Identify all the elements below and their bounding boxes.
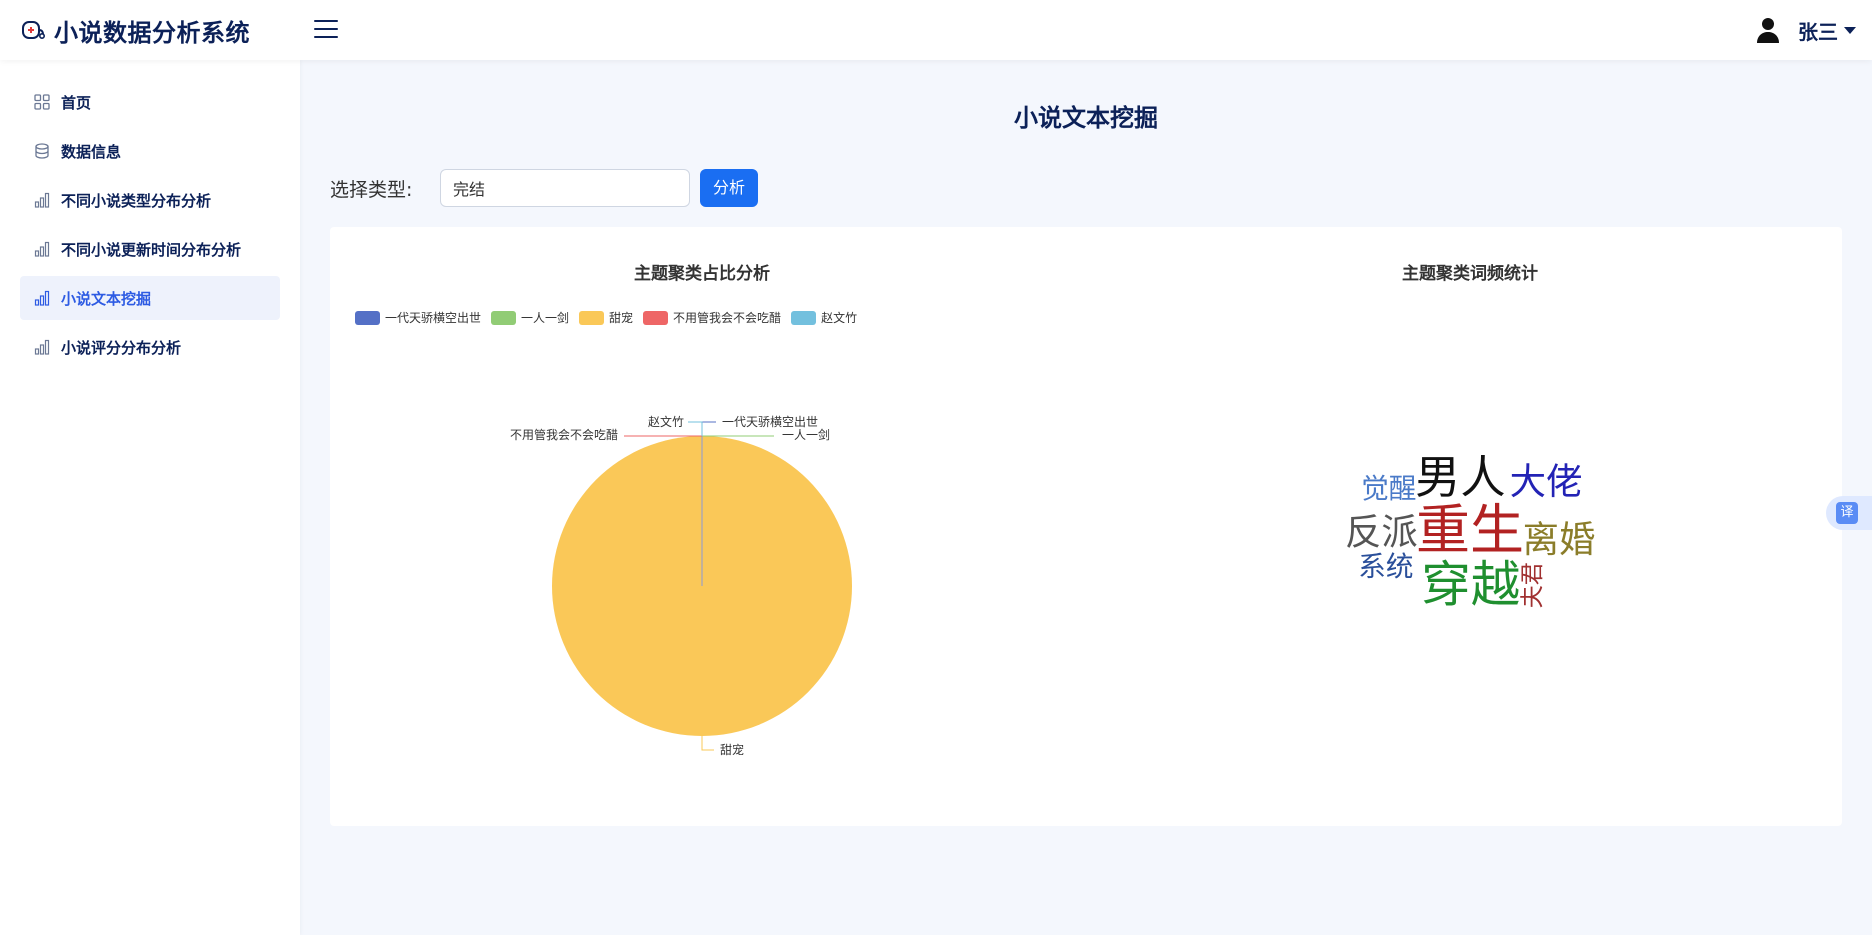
- wordcloud-title: 主题聚类词频统计: [1402, 264, 1538, 284]
- bar-chart-icon: [34, 241, 50, 257]
- grid-icon: [34, 94, 50, 110]
- word-cloud-word: 男人: [1415, 451, 1505, 504]
- sidebar-item-text-mining[interactable]: 小说文本挖掘: [20, 276, 280, 320]
- legend-item[interactable]: 不用管我会不会吃醋: [643, 309, 781, 326]
- word-cloud-word: 系统: [1358, 550, 1413, 583]
- pie-slice-label: 赵文竹: [648, 414, 684, 429]
- legend-item[interactable]: 赵文竹: [791, 309, 857, 326]
- user-name: 张三: [1798, 19, 1838, 44]
- pie-label-line: [701, 421, 716, 436]
- sidebar-item-label: 小说评分分布分析: [61, 338, 182, 357]
- word-cloud-word: 夫君: [1519, 562, 1546, 608]
- legend-item[interactable]: 甜宠: [579, 309, 633, 326]
- word-cloud-word: 大佬: [1510, 460, 1583, 503]
- pie-label-line: [701, 736, 714, 751]
- legend-swatch: [791, 310, 817, 325]
- sidebar: 首页 数据信息 不同小说类型分布分析 不同小说更新时间分布分析 小说文本挖掘 小…: [0, 60, 300, 935]
- word-cloud-word: 重生: [1416, 499, 1524, 562]
- pie-chart-title: 主题聚类占比分析: [634, 264, 770, 284]
- pie-slice-label: 一人一剑: [782, 427, 830, 442]
- sidebar-item-data-info[interactable]: 数据信息: [20, 129, 280, 173]
- pie-chart: 一代天骄横空出世一人一剑甜宠 不用管我会不会吃醋 赵文竹: [510, 414, 852, 757]
- sidebar-item-rating-distribution[interactable]: 小说评分分布分析: [20, 325, 280, 369]
- sidebar-item-label: 不同小说类型分布分析: [61, 191, 212, 210]
- type-filter-input[interactable]: [440, 169, 690, 207]
- legend-swatch: [579, 310, 605, 325]
- filter-label: 选择类型:: [330, 179, 413, 201]
- sidebar-item-label: 不同小说更新时间分布分析: [61, 240, 242, 259]
- translate-button[interactable]: 译: [1826, 496, 1872, 530]
- legend-label: 甜宠: [609, 311, 634, 325]
- word-cloud: 重生穿越 男人反派 离婚 大佬系统 觉醒夫君: [1345, 451, 1596, 614]
- word-cloud-word: 离婚: [1523, 518, 1596, 561]
- user-menu[interactable]: 张三: [1756, 16, 1856, 44]
- legend-label: 不用管我会不会吃醋: [673, 311, 782, 325]
- sidebar-item-type-distribution[interactable]: 不同小说类型分布分析: [20, 178, 280, 222]
- word-cloud-word: 穿越: [1421, 556, 1520, 614]
- legend-label: 赵文竹: [821, 311, 858, 325]
- legend-label: 一人一剑: [521, 311, 570, 325]
- chevron-down-icon: [1844, 26, 1856, 34]
- bar-chart-icon: [34, 290, 50, 306]
- sidebar-item-label: 数据信息: [61, 142, 122, 161]
- user-icon: [1757, 18, 1779, 43]
- word-cloud-word: 反派: [1345, 510, 1418, 553]
- pie-slice-label: 不用管我会不会吃醋: [510, 427, 618, 442]
- pie-slice-label: 一代天骄横空出世: [722, 415, 818, 429]
- legend-swatch: [491, 310, 517, 325]
- app-title: 小说数据分析系统: [54, 18, 250, 47]
- page-title: 小说文本挖掘: [1014, 104, 1158, 132]
- sidebar-item-home[interactable]: 首页: [20, 80, 280, 124]
- app-logo-icon: [22, 21, 45, 39]
- pie-label-line: [688, 421, 703, 436]
- pie-legend: 一代天骄横空出世 一人一剑 甜宠 不用管我会不会吃醋 赵文竹: [355, 309, 867, 326]
- legend-label: 一代天骄横空出世: [385, 311, 482, 325]
- legend-item[interactable]: 一代天骄横空出世: [355, 309, 481, 326]
- word-cloud-word: 觉醒: [1361, 472, 1416, 505]
- translate-icon: 译: [1836, 502, 1858, 524]
- top-bar: 小说数据分析系统 张三: [0, 0, 1872, 60]
- bar-chart-icon: [34, 192, 50, 208]
- menu-toggle-icon[interactable]: [314, 20, 338, 40]
- sidebar-item-label: 首页: [61, 93, 92, 112]
- analyze-button[interactable]: 分析: [700, 169, 758, 207]
- database-icon: [35, 143, 49, 159]
- legend-item[interactable]: 一人一剑: [491, 309, 569, 326]
- pie-slice-label: 甜宠: [720, 742, 744, 757]
- sidebar-item-update-time-distribution[interactable]: 不同小说更新时间分布分析: [20, 227, 280, 271]
- legend-swatch: [355, 310, 380, 325]
- bar-chart-icon: [34, 339, 50, 355]
- brand[interactable]: 小说数据分析系统: [20, 14, 250, 47]
- sidebar-item-label: 小说文本挖掘: [61, 289, 152, 308]
- legend-swatch: [643, 310, 669, 325]
